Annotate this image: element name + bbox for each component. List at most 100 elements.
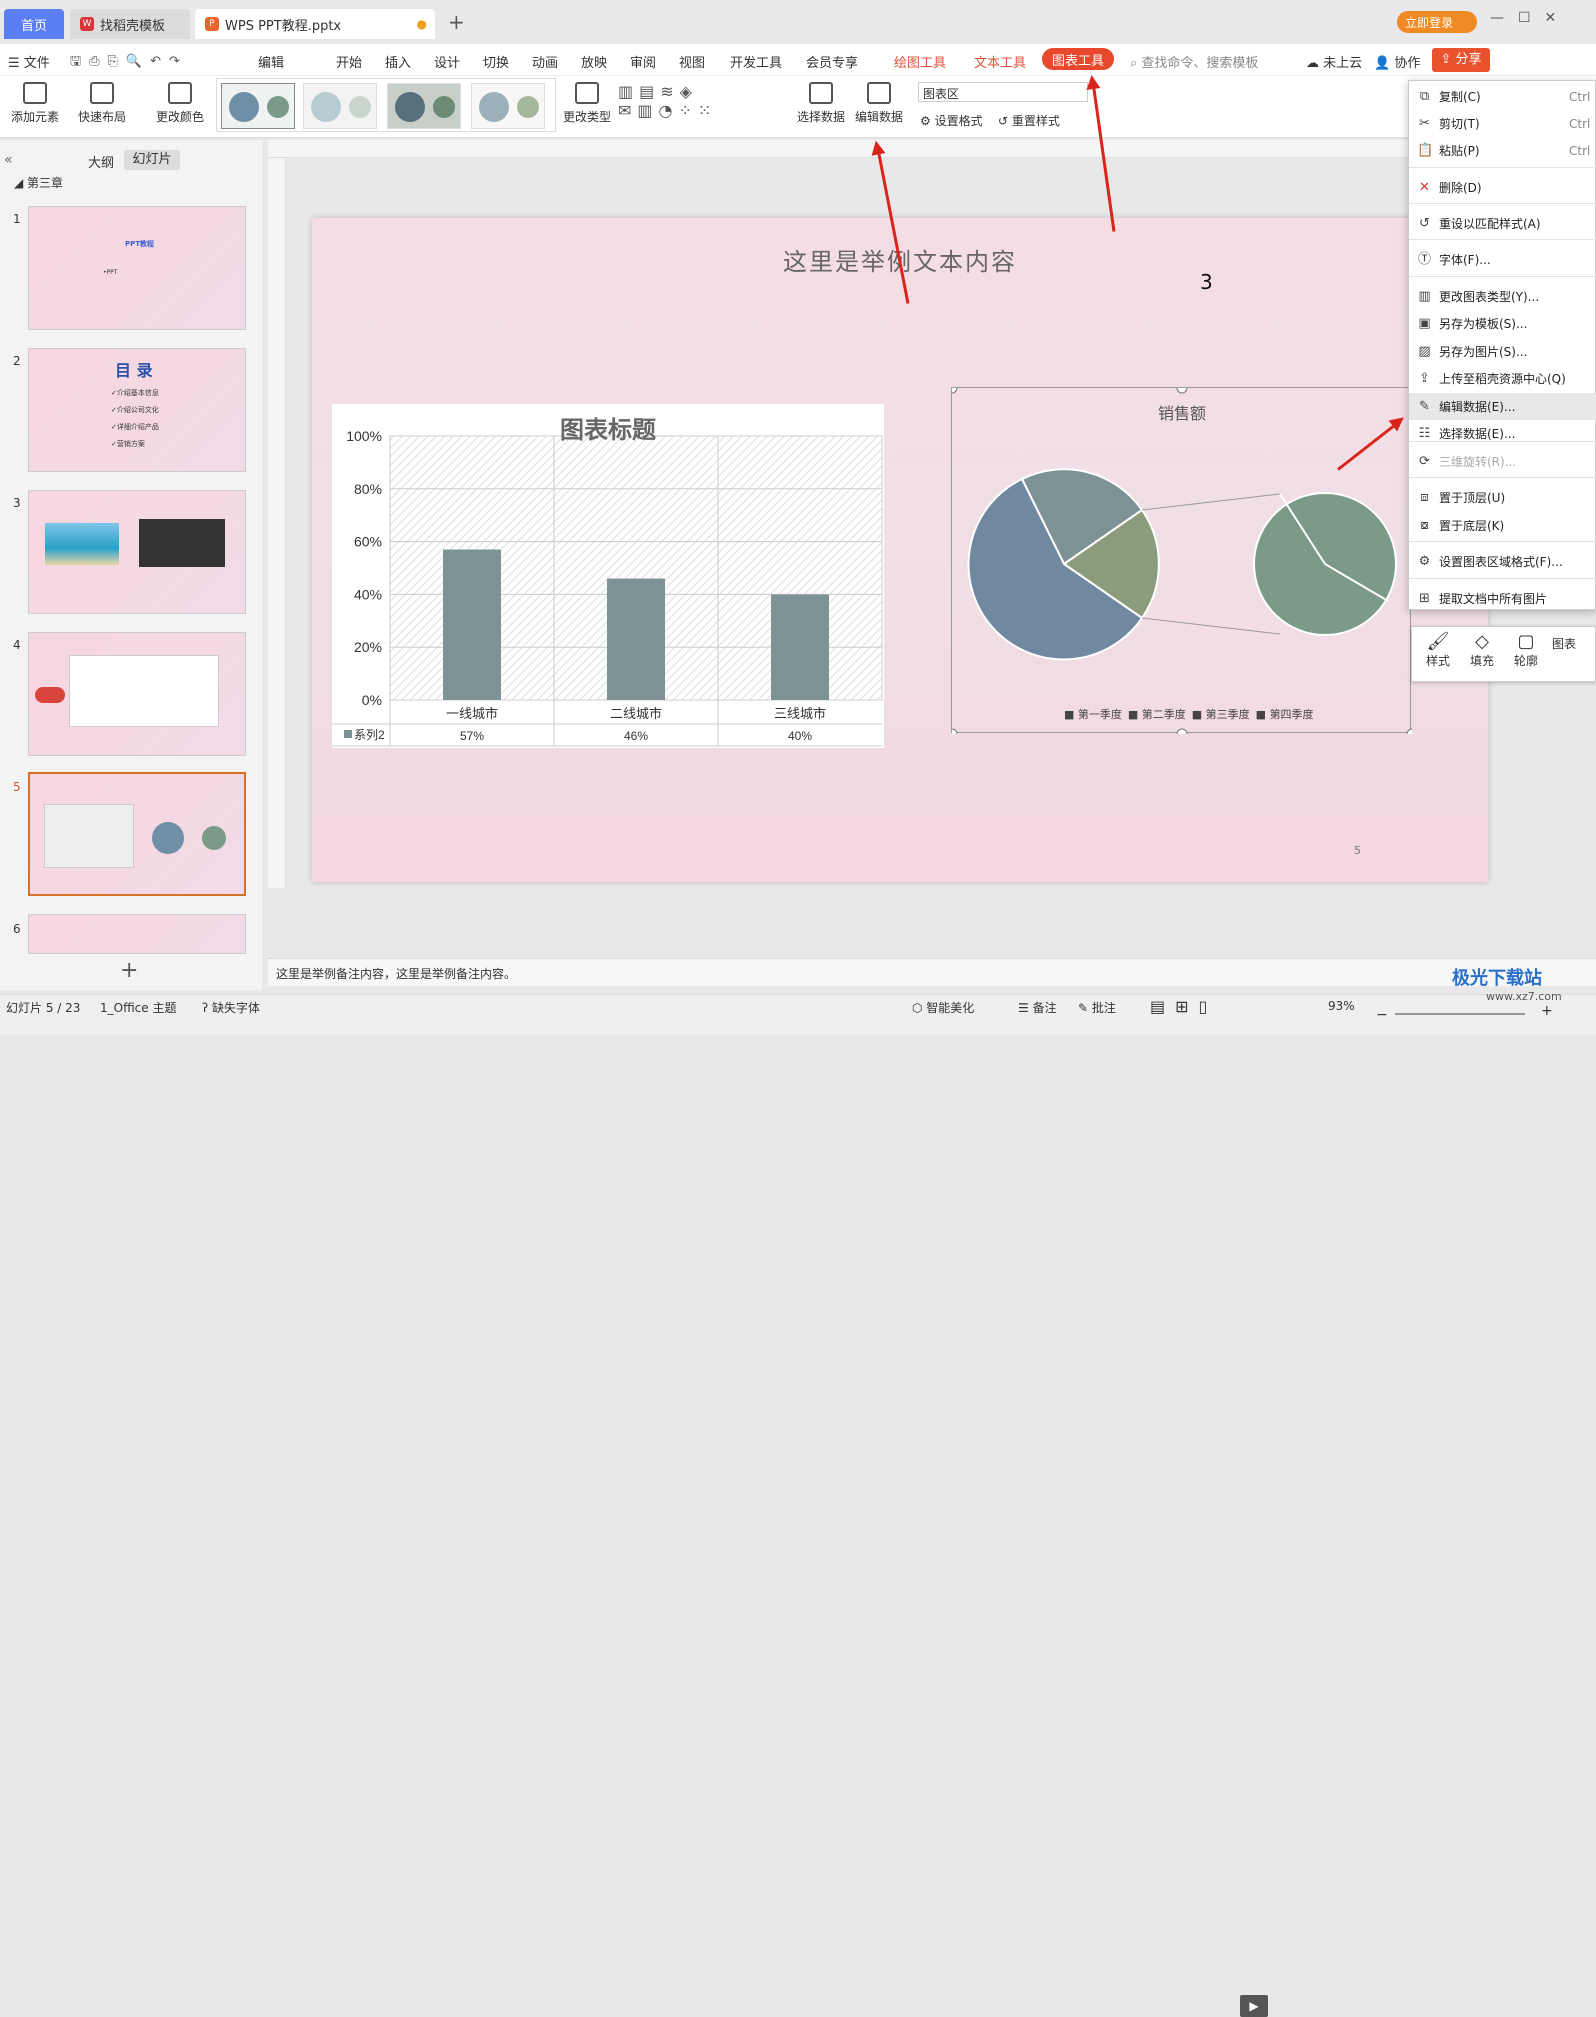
tab-outline[interactable]: 大纲	[88, 152, 114, 171]
slide-thumb-4[interactable]	[28, 632, 246, 756]
context-menu-label: 粘贴(P)	[1439, 144, 1480, 158]
beautify-button[interactable]: ⬡ 智能美化	[912, 999, 974, 1016]
context-menu-item[interactable]: ✎ 编辑数据(E)...	[1409, 393, 1596, 420]
slide-thumb-1[interactable]: PPT教程 •PPT	[28, 206, 246, 330]
style-thumb-4[interactable]	[471, 83, 545, 129]
comment-button[interactable]: ✎ 批注	[1078, 999, 1116, 1016]
menu-transition[interactable]: 切换	[483, 52, 509, 71]
context-menu-item[interactable]: Ⓣ 字体(F)...	[1409, 246, 1596, 273]
menu-developer[interactable]: 开发工具	[730, 52, 782, 71]
slide-thumb-5-active[interactable]	[28, 772, 246, 896]
view-mode-icons[interactable]: ▤⊞▯	[1150, 997, 1217, 1016]
tab-template[interactable]: W 找稻壳模板	[70, 9, 190, 39]
context-menu-item[interactable]: ↺ 重设以匹配样式(A)	[1409, 210, 1596, 237]
mini-outline-button[interactable]: ▢ 轮廓	[1506, 631, 1546, 669]
context-menu-item[interactable]: ⟳ 三维旋转(R)...	[1409, 448, 1596, 475]
select-data-button[interactable]: 选择数据	[796, 82, 846, 125]
context-menu-item[interactable]: 📋 粘贴(P) Ctrl	[1409, 137, 1596, 164]
set-format-button[interactable]: ⚙ 设置格式	[920, 112, 983, 129]
zoom-out-icon[interactable]: −	[1376, 1007, 1388, 1023]
pie-chart-frame[interactable]: 销售额 ■ 第一季度 ■ 第二季度 ■ 第三季度 ■ 第四季度	[951, 387, 1412, 734]
menu-animation[interactable]: 动画	[532, 52, 558, 71]
slide-thumb-6[interactable]	[28, 914, 246, 954]
reset-style-button[interactable]: ↺ 重置样式	[998, 112, 1060, 129]
selection-handle[interactable]	[952, 388, 958, 394]
menu-design[interactable]: 设计	[434, 52, 460, 71]
mini-chart-label[interactable]: 图表	[1552, 635, 1596, 652]
section-label[interactable]: ◢ 第三章	[14, 174, 63, 191]
quick-layout-button[interactable]: 快速布局	[72, 82, 132, 125]
selection-handle[interactable]	[1176, 388, 1188, 394]
menu-start[interactable]: 开始	[336, 52, 362, 71]
zoom-slider[interactable]	[1395, 1013, 1525, 1015]
add-element-label: 添加元素	[10, 110, 59, 124]
context-menu-item[interactable]: ⧉ 复制(C) Ctrl	[1409, 83, 1596, 110]
context-menu-item[interactable]: ⊞ 提取文档中所有图片	[1409, 585, 1596, 612]
menu-insert[interactable]: 插入	[385, 52, 411, 71]
menu-draw-tool[interactable]: 绘图工具	[894, 52, 946, 71]
context-menu-item[interactable]: ☷ 选择数据(E)...	[1409, 420, 1596, 447]
cloud-status[interactable]: ☁ 未上云	[1306, 52, 1362, 71]
context-menu-item[interactable]: ⇪ 上传至稻壳资源中心(Q)	[1409, 365, 1596, 392]
tab-file[interactable]: P WPS PPT教程.pptx ●	[195, 9, 435, 39]
login-button[interactable]: 立即登录	[1397, 11, 1477, 33]
missing-font-button[interactable]: ʔ 缺失字体	[202, 999, 260, 1016]
context-menu-item[interactable]: ⚙ 设置图表区域格式(F)...	[1409, 548, 1596, 575]
send-back-icon: ⧇	[1420, 518, 1429, 533]
mini-fill-button[interactable]: ◇ 填充	[1462, 631, 1502, 669]
context-menu-label: 另存为模板(S)...	[1439, 317, 1528, 331]
menu-vip[interactable]: 会员专享	[806, 52, 858, 71]
menu-text-tool[interactable]: 文本工具	[974, 52, 1026, 71]
bar-chart[interactable]: 100% 80% 60% 40% 20% 0% 一线城市 57% 二线城市 46% 三线城市 40% 系…	[332, 404, 884, 748]
add-element-button[interactable]: 添加元素	[6, 82, 64, 125]
context-menu-item[interactable]: ▨ 另存为图片(S)...	[1409, 338, 1596, 365]
style-thumb-3[interactable]	[387, 83, 461, 129]
context-menu-item[interactable]: ▣ 另存为模板(S)...	[1409, 310, 1596, 337]
menu-edit[interactable]: 编辑	[258, 52, 284, 71]
context-menu-item[interactable]: ⧇ 置于底层(K)	[1409, 512, 1596, 539]
menu-chart-tool[interactable]: 图表工具	[1042, 48, 1114, 70]
watermark-url: www.xz7.com	[1486, 990, 1562, 1003]
change-type-button[interactable]: 更改类型	[562, 82, 612, 125]
collapse-panel-icon[interactable]: «	[4, 152, 13, 168]
selection-handle[interactable]	[1176, 728, 1188, 734]
window-controls[interactable]: —☐✕	[1490, 10, 1570, 26]
chart-type-icons[interactable]: ▥▤≋◈ ✉▥◔⁘⁙	[618, 82, 782, 120]
slide-number-text[interactable]: 3	[1200, 270, 1213, 294]
menu-slideshow[interactable]: 放映	[581, 52, 607, 71]
selection-handle[interactable]	[1406, 728, 1412, 734]
share-button[interactable]: ⇪ 分享	[1432, 48, 1490, 72]
change-color-button[interactable]: 更改颜色	[150, 82, 210, 125]
context-menu-label: 三维旋转(R)...	[1439, 455, 1517, 469]
slide-canvas[interactable]: 这里是举例文本内容 3 5 100%80%60%40%20%0%一线城市57%二…	[312, 218, 1488, 882]
menu-view[interactable]: 视图	[679, 52, 705, 71]
new-tab-icon[interactable]: +	[448, 10, 465, 34]
context-menu-item[interactable]: ✕ 删除(D)	[1409, 174, 1596, 201]
style-thumb-2[interactable]	[303, 83, 377, 129]
search-box[interactable]: ⌕ 查找命令、搜索模板	[1130, 52, 1258, 71]
chart-element-select[interactable]: 图表区	[918, 82, 1088, 102]
style-thumb-1[interactable]	[221, 83, 295, 129]
quick-access-icons[interactable]: 🖫⎙⎘🔍↶↷	[70, 52, 188, 74]
zoom-level[interactable]: 93%	[1328, 999, 1355, 1013]
edit-data-button[interactable]: 编辑数据	[854, 82, 904, 125]
context-menu-item[interactable]: ⧈ 置于顶层(U)	[1409, 484, 1596, 511]
context-menu-item[interactable]: ✂ 剪切(T) Ctrl	[1409, 110, 1596, 137]
play-button[interactable]: ▶	[1240, 1995, 1268, 2017]
menu-review[interactable]: 审阅	[630, 52, 656, 71]
mini-style-button[interactable]: 🖌 样式	[1418, 631, 1458, 669]
notes-button[interactable]: ☰ 备注	[1018, 999, 1057, 1016]
slide-thumb-2[interactable]: 目 录 ✓介绍基本信息 ✓介绍公司文化 ✓详细介绍产品 ✓营销方案	[28, 348, 246, 472]
add-slide-icon[interactable]: +	[120, 958, 138, 983]
status-theme[interactable]: 1_Office 主题	[100, 999, 176, 1016]
collab-button[interactable]: 👤 协作	[1374, 52, 1420, 71]
selection-handle[interactable]	[952, 728, 958, 734]
tab-home[interactable]: 首页	[4, 9, 64, 39]
notes-area[interactable]: 这里是举例备注内容，这里是举例备注内容。	[268, 958, 1596, 986]
slide-thumb-3[interactable]	[28, 490, 246, 614]
share-label: 分享	[1455, 52, 1482, 67]
context-menu-item[interactable]: ▥ 更改图表类型(Y)...	[1409, 283, 1596, 310]
tab-slides[interactable]: 幻灯片	[124, 150, 180, 170]
menu-file[interactable]: ☰ 文件	[8, 52, 50, 71]
zoom-in-icon[interactable]: +	[1541, 1003, 1553, 1019]
